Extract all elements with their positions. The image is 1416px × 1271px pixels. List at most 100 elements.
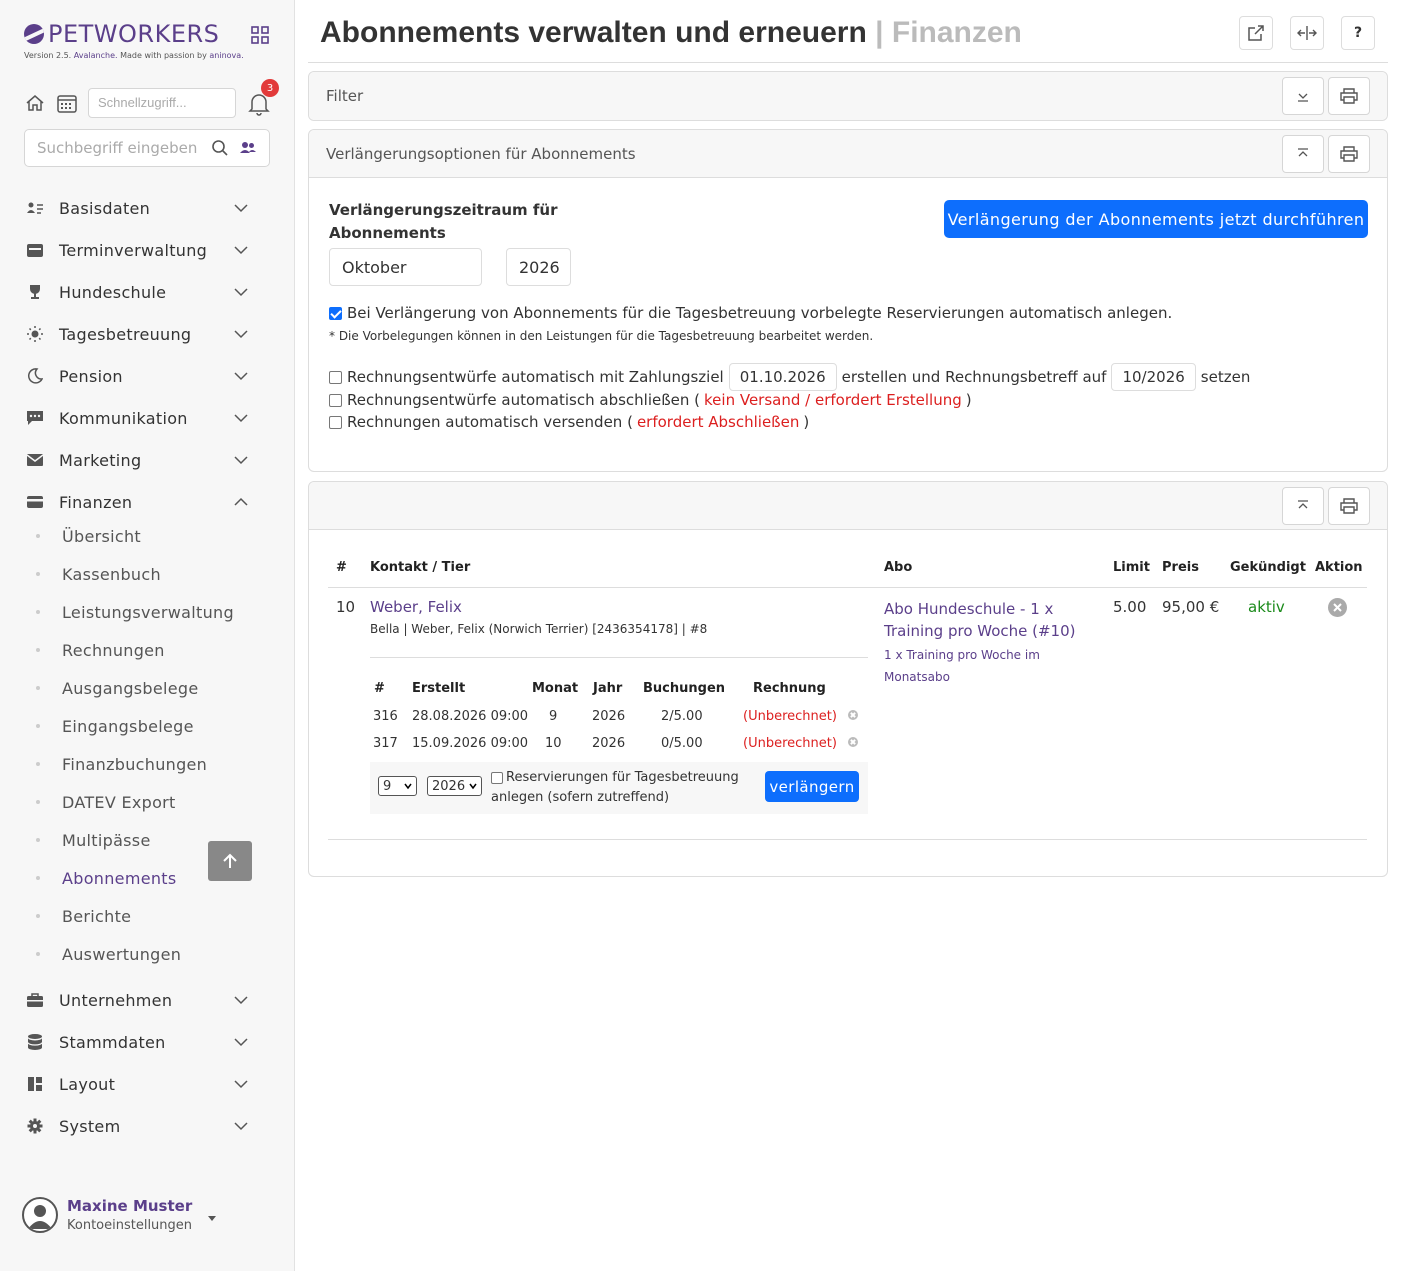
brand-logo[interactable]: PETWORKERS [24, 20, 219, 48]
auto-reserve-label: Bei Verlängerung von Abonnements für die… [347, 304, 1173, 322]
auto-finalize-label-end: ) [965, 391, 972, 409]
nav-kommunikation[interactable]: Kommunikation [26, 403, 256, 433]
user-menu[interactable]: Maxine Muster Kontoeinstellungen [22, 1197, 192, 1233]
filter-header[interactable]: Filter [309, 72, 1387, 120]
extend-year-select[interactable]: 2026 [427, 776, 482, 796]
auto-drafts-checkbox[interactable] [329, 370, 342, 384]
auto-send-warning: erfordert Abschließen [636, 413, 800, 431]
expand-button[interactable] [1282, 77, 1324, 115]
extend-month-select[interactable]: 9 [378, 776, 417, 796]
subnav-datev-export[interactable]: DATEV Export [36, 789, 176, 815]
search-field[interactable]: Suchbegriff eingeben [24, 129, 270, 167]
nav-stammdaten[interactable]: Stammdaten [26, 1027, 256, 1057]
sub-row-invoice[interactable]: (Unberechnet) [743, 709, 837, 724]
extend-reserve-checkbox[interactable] [491, 772, 503, 784]
caret-down-icon[interactable] [208, 1216, 216, 1221]
subnav-kassenbuch[interactable]: Kassenbuch [36, 561, 161, 587]
extend-button[interactable]: verlängern [765, 771, 859, 802]
contacts-icon[interactable] [239, 140, 257, 156]
toggle-width-button[interactable] [1290, 16, 1324, 50]
sub-row-created: 15.09.2026 09:00 [412, 736, 529, 751]
auto-send-checkbox[interactable] [329, 415, 342, 429]
sub-row-bookings: 0/5.00 [661, 736, 703, 751]
home-icon[interactable] [24, 92, 46, 114]
auto-finalize-checkbox[interactable] [329, 393, 342, 407]
invoice-subject-input[interactable]: 10/2026 [1111, 363, 1196, 391]
scroll-to-top-button[interactable] [208, 841, 252, 881]
nav-terminverwaltung[interactable]: Terminverwaltung [26, 235, 256, 265]
nav-hundeschule[interactable]: Hundeschule [26, 277, 256, 307]
renewal-options-header[interactable]: Verlängerungsoptionen für Abonnements [309, 130, 1387, 178]
col-abo[interactable]: Abo [884, 560, 912, 575]
search-icon[interactable] [211, 139, 229, 157]
subnav-abonnements[interactable]: Abonnements [36, 865, 177, 891]
nav-unternehmen[interactable]: Unternehmen [26, 985, 256, 1015]
delete-period-icon[interactable] [848, 710, 858, 720]
app-grid-icon[interactable] [250, 25, 270, 45]
page-title-text: Abonnements verwalten und erneuern [320, 16, 867, 49]
quick-access-input[interactable]: Schnellzugriff... [88, 88, 236, 118]
period-label: Verlängerungszeitraum für Abonnements [329, 199, 558, 245]
calendar-icon[interactable] [56, 92, 78, 114]
run-renewal-button[interactable]: Verlängerung der Abonnements jetzt durch… [944, 200, 1368, 238]
subscriptions-header[interactable] [309, 482, 1387, 530]
chevron-down-icon [234, 996, 248, 1005]
maker-name[interactable]: aninova. [209, 51, 243, 60]
account-settings-link[interactable]: Kontoeinstellungen [67, 1218, 192, 1233]
subnav-finanzbuchungen[interactable]: Finanzbuchungen [36, 751, 207, 777]
sub-row-invoice[interactable]: (Unberechnet) [743, 736, 837, 751]
bullet [36, 952, 40, 956]
bullet [36, 534, 40, 538]
auto-reserve-checkbox[interactable] [329, 306, 342, 320]
nav-system[interactable]: System [26, 1111, 256, 1141]
abo-link[interactable]: Abo Hundeschule - 1 x Training pro Woche… [884, 598, 1076, 642]
abo-title-line-1: Abo Hundeschule - 1 x [884, 600, 1054, 618]
print-button[interactable] [1328, 77, 1370, 115]
subnav-ausgangsbelege[interactable]: Ausgangsbelege [36, 675, 199, 701]
chat-icon [26, 409, 44, 427]
subnav-berichte[interactable]: Berichte [36, 903, 131, 929]
extend-reserve-label-2: anlegen (sofern zutreffend) [491, 790, 670, 805]
layout-icon [26, 1075, 44, 1093]
subnav-label: DATEV Export [62, 792, 176, 812]
print-button[interactable] [1328, 135, 1370, 173]
search-input[interactable]: Suchbegriff eingeben [37, 139, 211, 157]
nav-pension[interactable]: Pension [26, 361, 256, 391]
subnav-rechnungen[interactable]: Rechnungen [36, 637, 165, 663]
year-input[interactable]: 2026 [506, 248, 571, 286]
collapse-button[interactable] [1282, 135, 1324, 173]
expand-horizontal-icon [1297, 26, 1317, 40]
contact-link[interactable]: Weber, Felix [370, 598, 462, 616]
print-button[interactable] [1328, 487, 1370, 525]
subnav-leistungsverwaltung[interactable]: Leistungsverwaltung [36, 599, 234, 625]
subnav-uebersicht[interactable]: Übersicht [36, 523, 141, 549]
col-price[interactable]: Preis [1162, 560, 1199, 575]
nav-marketing[interactable]: Marketing [26, 445, 256, 475]
auto-drafts-label: Rechnungsentwürfe automatisch mit Zahlun… [347, 368, 724, 386]
printer-icon [1340, 146, 1358, 162]
nav-label: Stammdaten [59, 1032, 166, 1052]
subnav-auswertungen[interactable]: Auswertungen [36, 941, 181, 967]
col-contact[interactable]: Kontakt / Tier [370, 560, 470, 575]
moon-icon [26, 367, 44, 385]
nav-label: Layout [59, 1074, 116, 1094]
delete-period-icon[interactable] [848, 737, 858, 747]
abo-description-line-2: Monatsabo [884, 670, 950, 684]
cancel-subscription-icon[interactable] [1328, 598, 1347, 617]
collapse-button[interactable] [1282, 487, 1324, 525]
help-button[interactable]: ? [1341, 16, 1375, 50]
due-date-input[interactable]: 01.10.2026 [728, 363, 837, 391]
open-external-button[interactable] [1239, 16, 1273, 50]
nav-layout[interactable]: Layout [26, 1069, 256, 1099]
nav-tagesbetreuung[interactable]: Tagesbetreuung [26, 319, 256, 349]
sub-col-year: Jahr [593, 681, 623, 696]
nav-finanzen[interactable]: Finanzen [26, 487, 256, 517]
subnav-eingangsbelege[interactable]: Eingangsbelege [36, 713, 194, 739]
subnav-multipaesse[interactable]: Multipässe [36, 827, 151, 853]
col-action: Aktion [1315, 560, 1363, 575]
nav-basisdaten[interactable]: Basisdaten [26, 193, 256, 223]
subscriptions-card [308, 481, 1388, 877]
col-cancelled[interactable]: Gekündigt [1230, 560, 1306, 575]
month-select[interactable]: Oktober [329, 248, 482, 286]
col-limit[interactable]: Limit [1113, 560, 1150, 575]
